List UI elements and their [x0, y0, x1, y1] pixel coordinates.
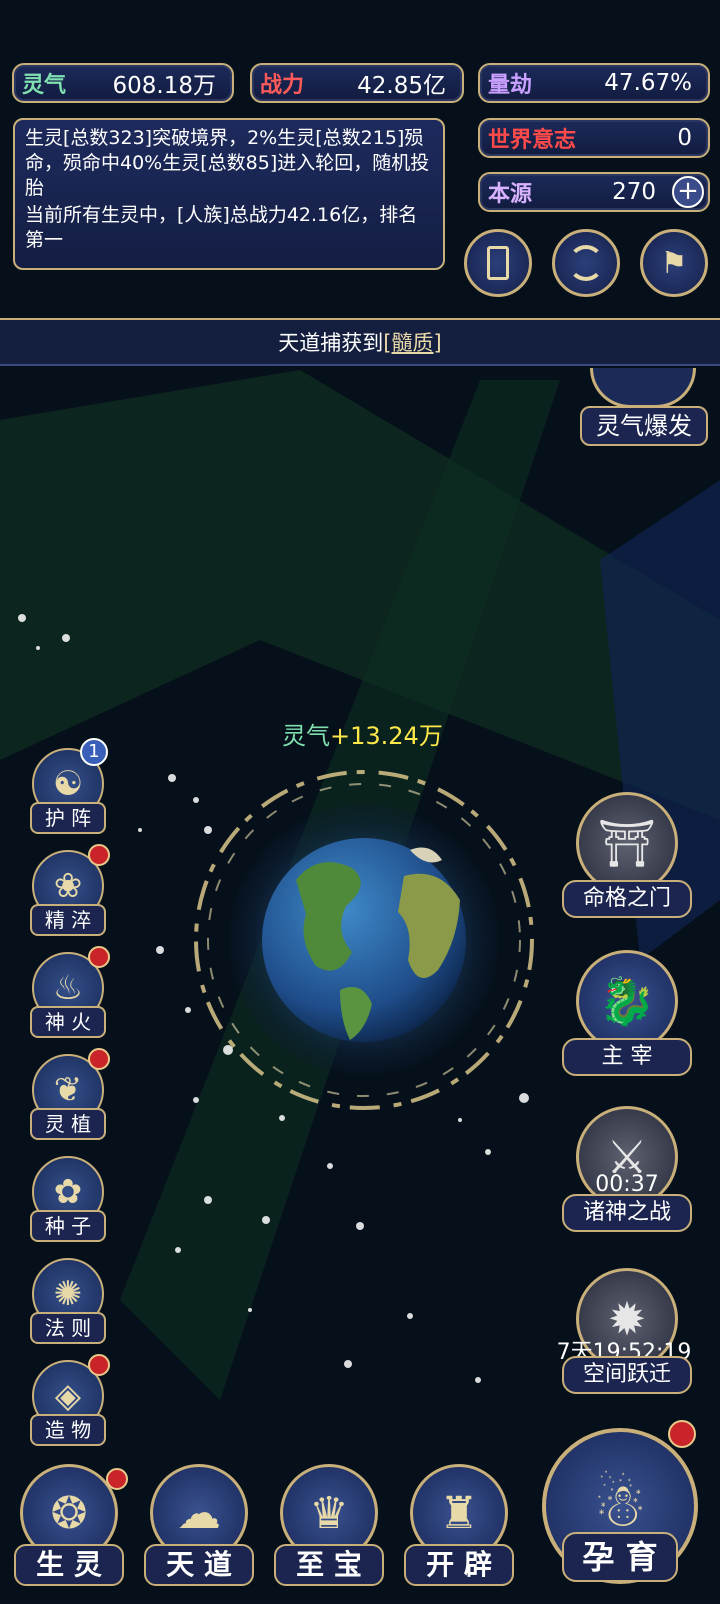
right-menu-space-jump[interactable]: ✹ 7天19:52:19 空间跃迁	[557, 1268, 692, 1408]
left-menu-shenhuo[interactable]: ♨ 神 火	[28, 946, 110, 1042]
left-menu-zhongzi[interactable]: ✿ 种 子	[28, 1156, 108, 1246]
notification-dot	[106, 1468, 128, 1490]
shijieyizhi-label: 世界意志	[488, 128, 577, 153]
lingqi-burst-label: 灵气爆发	[580, 406, 708, 446]
right-menu-label: 命格之门	[562, 880, 692, 918]
bottom-nav-shengling[interactable]: ❂ 生 灵	[8, 1464, 130, 1604]
vortex-icon	[568, 245, 604, 281]
add-benyuan-button[interactable]: +	[672, 176, 704, 208]
benyuan-value: 270	[612, 179, 656, 205]
right-menu-zhushen-battle[interactable]: ⚔ 00:37 诸神之战	[562, 1106, 692, 1246]
bottom-nav-label: 孕 育	[562, 1532, 678, 1582]
benyuan-stat[interactable]: 本源 270 +	[478, 172, 710, 212]
left-menu-label: 护 阵	[30, 802, 106, 834]
bottom-nav-kaipi[interactable]: ♜ 开 辟	[398, 1464, 520, 1604]
bottom-nav-label: 开 辟	[404, 1544, 514, 1586]
lingqi-value: 608.18万	[112, 73, 216, 99]
huzhen-badge: 1	[80, 738, 108, 766]
bottom-nav-label: 生 灵	[14, 1544, 124, 1586]
lingqi-label: 灵气	[22, 73, 67, 98]
liangjie-label: 量劫	[488, 73, 533, 98]
bottom-nav-yunyu[interactable]: ☃ 孕 育	[540, 1420, 700, 1598]
left-menu-label: 精 淬	[30, 904, 106, 936]
flag-icon: ⚑	[660, 245, 688, 281]
banner-text: 天道捕获到	[278, 331, 384, 355]
left-menu-jingcui[interactable]: ❀ 精 淬	[28, 844, 110, 940]
event-log-line: 当前所有生灵中，[人族]总战力42.16亿，排名第一	[25, 204, 418, 251]
event-log-panel: 生灵[总数323]突破境界，2%生灵[总数215]殒命，殒命中40%生灵[总数8…	[13, 118, 445, 270]
right-menu-mingge-gate[interactable]: ⛩ 命格之门	[562, 792, 692, 932]
right-menu-zhuzai[interactable]: 🐉 主 宰	[562, 950, 692, 1090]
notification-dot	[88, 1354, 110, 1376]
event-log-line: 生灵[总数323]突破境界，2%生灵[总数215]殒命，殒命中40%生灵[总数8…	[25, 127, 430, 199]
left-menu-lingzhi[interactable]: ❦ 灵 植	[28, 1048, 110, 1144]
gain-label: 灵气	[282, 722, 330, 750]
shijieyizhi-stat[interactable]: 世界意志 0	[478, 118, 710, 158]
liangjie-value: 47.67%	[604, 70, 692, 96]
shijieyizhi-value: 0	[677, 125, 692, 151]
banner-item-link[interactable]: [髓质]	[383, 327, 441, 357]
left-menu-huzhen[interactable]: ☯ 1 护 阵	[28, 738, 108, 838]
flag-button[interactable]: ⚑	[640, 229, 708, 297]
benyuan-label: 本源	[488, 182, 533, 207]
gate-icon: ⛩	[576, 792, 678, 894]
notification-dot	[88, 844, 110, 866]
card-button[interactable]	[464, 229, 532, 297]
bottom-nav-label: 至 宝	[274, 1544, 384, 1586]
right-menu-label: 诸神之战	[562, 1194, 692, 1232]
left-menu-label: 法 则	[30, 1312, 106, 1344]
left-menu-faze[interactable]: ✺ 法 则	[28, 1258, 108, 1348]
capture-banner: 天道捕获到 [髓质]	[0, 318, 720, 366]
burst-icon	[590, 368, 696, 408]
right-menu-label: 主 宰	[562, 1038, 692, 1076]
left-menu-label: 神 火	[30, 1006, 106, 1038]
notification-dot	[668, 1420, 696, 1448]
card-icon	[487, 246, 509, 280]
left-menu-label: 造 物	[30, 1414, 106, 1446]
dragon-icon: 🐉	[576, 950, 678, 1052]
lingqi-gain-text: 灵气+13.24万	[282, 716, 443, 751]
vortex-button[interactable]	[552, 229, 620, 297]
notification-dot	[88, 946, 110, 968]
left-menu-label: 灵 植	[30, 1108, 106, 1140]
zhanli-value: 42.85亿	[357, 73, 446, 99]
left-menu-zaowu[interactable]: ◈ 造 物	[28, 1354, 110, 1450]
liangjie-stat[interactable]: 量劫 47.67%	[478, 63, 710, 103]
gain-value: +13.24万	[330, 722, 443, 750]
notification-dot	[88, 1048, 110, 1070]
zhanli-stat[interactable]: 战力 42.85亿	[250, 63, 464, 103]
lingqi-burst-button[interactable]: 灵气爆发	[580, 368, 708, 448]
right-menu-label: 空间跃迁	[562, 1356, 692, 1394]
zhanli-label: 战力	[260, 73, 305, 98]
bottom-nav-label: 天 道	[144, 1544, 254, 1586]
bottom-nav-tiandao[interactable]: ☁ 天 道	[138, 1464, 260, 1604]
bottom-nav-zhibao[interactable]: ♛ 至 宝	[268, 1464, 390, 1604]
lingqi-stat[interactable]: 灵气 608.18万	[12, 63, 234, 103]
left-menu-label: 种 子	[30, 1210, 106, 1242]
